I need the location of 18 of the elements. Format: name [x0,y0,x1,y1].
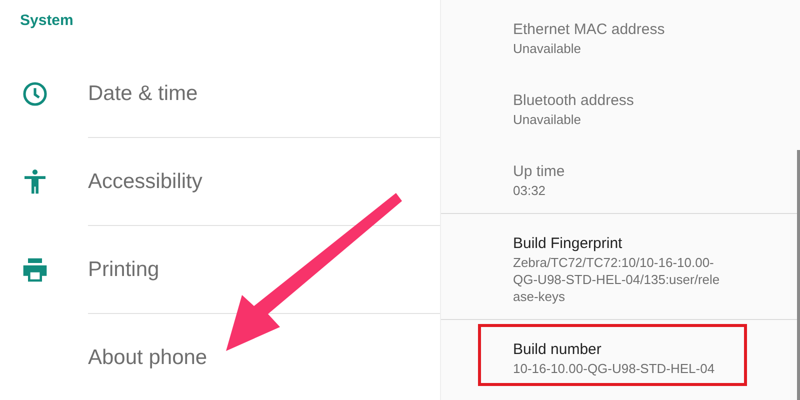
setting-value: 03:32 [513,182,547,199]
setting-value: Zebra/TC72/TC72:10/10-16-10.00-QG-U98-STD-HEL-04/135:user/release-keys [513,254,721,305]
settings-item[interactable]: Printing [88,254,160,286]
setting-title: Up time [513,162,566,182]
setting-row[interactable]: Build number 10-16-10.00-QG-U98-STD-HEL-04 [441,320,800,391]
setting-title: Build Fingerprint [513,234,624,254]
section-header: System [19,11,74,31]
setting-title: Bluetooth address [513,91,635,111]
settings-item[interactable]: About phone [88,342,208,374]
setting-value: Unavailable [513,40,582,57]
setting-value: Unavailable [513,111,582,128]
setting-title: Ethernet MAC address [513,20,666,40]
setting-value: 10-16-10.00-QG-U98-STD-HEL-04 [513,360,716,377]
setting-title: Build number [513,340,602,360]
settings-item[interactable]: Accessibility [88,166,202,198]
clock-icon [21,80,49,108]
printer-icon [21,256,49,284]
settings-item[interactable]: Date & time [88,78,198,110]
